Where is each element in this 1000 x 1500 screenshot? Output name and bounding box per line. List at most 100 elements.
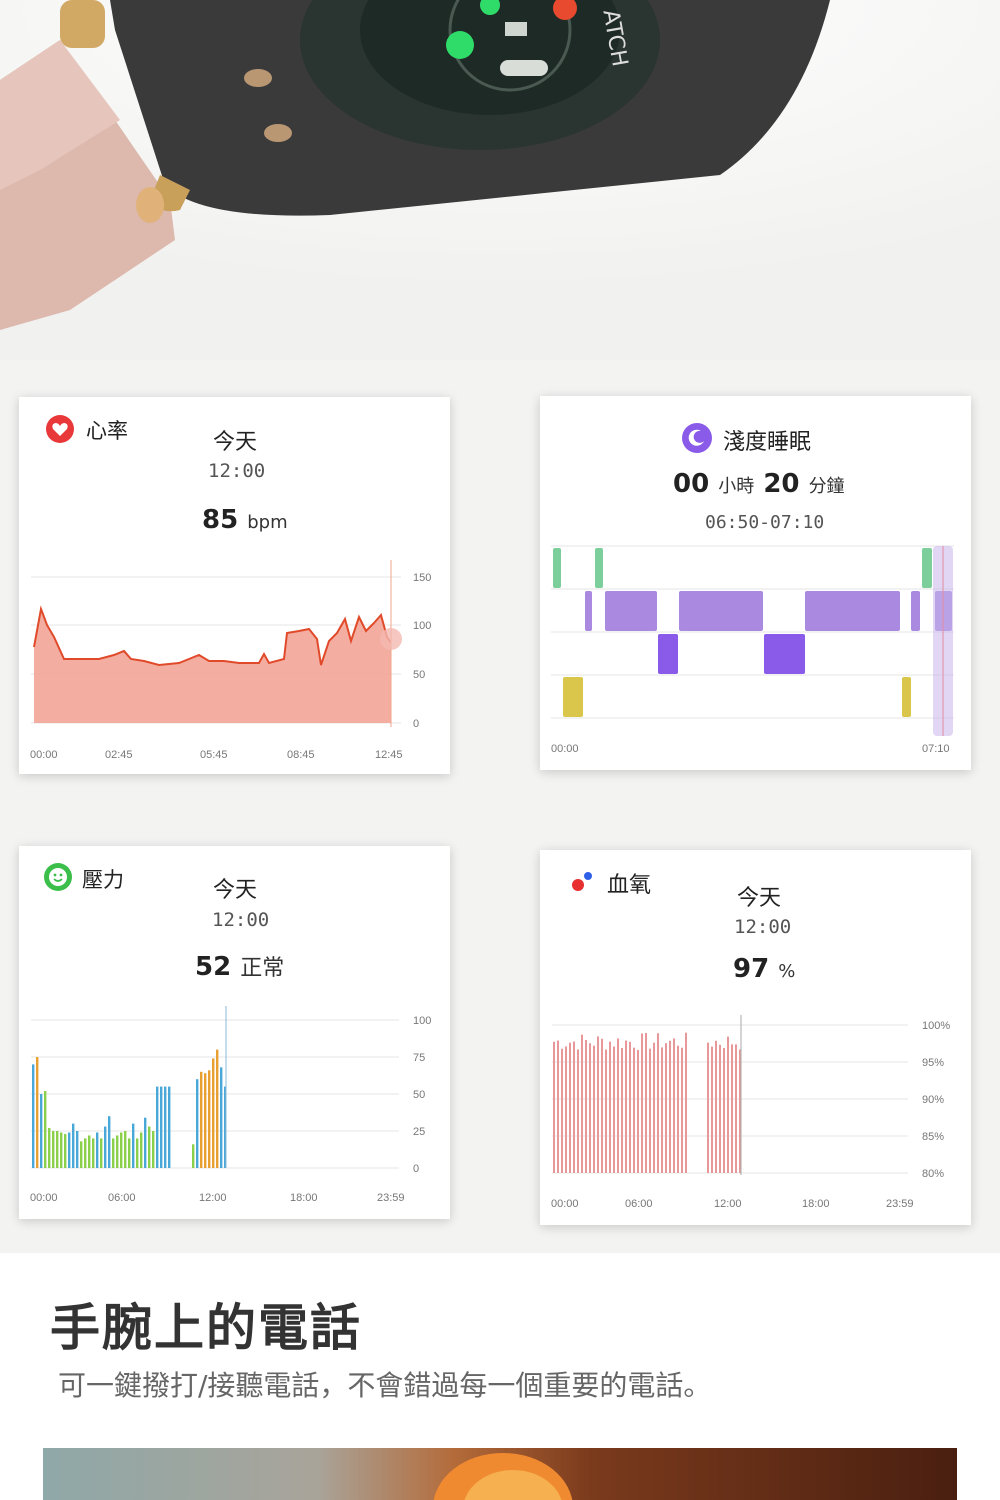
sleep-stage-bar: [553, 548, 561, 588]
call-section-title: 手腕上的電話: [50, 1299, 362, 1357]
stress-bar: [168, 1086, 171, 1168]
spo2-x-tick: 00:00: [551, 1198, 579, 1210]
stress-bar: [32, 1064, 35, 1168]
spo2-x-tick: 06:00: [625, 1198, 653, 1210]
stress-bar: [120, 1132, 123, 1168]
stress-bar: [116, 1135, 119, 1168]
heart-x-tick: 05:45: [200, 749, 228, 761]
stress-bar: [68, 1132, 71, 1168]
spo2-y-tick: 95%: [922, 1057, 944, 1069]
stress-y-tick: 0: [413, 1163, 419, 1175]
spo2-bar: [645, 1032, 647, 1173]
spo2-unit: %: [778, 961, 796, 982]
stress-x-tick: 06:00: [108, 1192, 136, 1204]
spo2-bar: [629, 1041, 631, 1173]
stress-bar: [196, 1079, 199, 1168]
spo2-bar: [719, 1044, 721, 1173]
smile-icon: [44, 863, 72, 891]
spo2-y-tick: 80%: [922, 1168, 944, 1180]
stress-bar: [160, 1086, 163, 1168]
spo2-bar: [707, 1042, 709, 1173]
spo2-bar: [553, 1041, 555, 1173]
sleep-range: 06:50-07:10: [705, 512, 825, 533]
stress-bar: [92, 1138, 95, 1168]
sleep-stage-bar: [764, 634, 805, 674]
spo2-bar: [585, 1039, 587, 1173]
stress-y-tick: 75: [413, 1052, 425, 1064]
spo2-bar: [557, 1040, 559, 1173]
sleep-stage-bar: [658, 634, 678, 674]
spo2-bar: [593, 1045, 595, 1173]
stress-bar: [72, 1123, 75, 1168]
blood-oxygen-card[interactable]: 100% 95% 90% 85% 80% 00:00 06:00 12:00 18:00 23:5…: [540, 850, 971, 1225]
sleep-stage-bar: [902, 677, 911, 717]
spo2-bar: [685, 1032, 687, 1173]
sleep-stage-bar: [585, 591, 592, 631]
stress-time: 12:00: [212, 909, 270, 931]
spo2-y-tick: 85%: [922, 1131, 944, 1143]
stress-value: 52 正常: [195, 952, 285, 982]
spo2-bar: [641, 1033, 643, 1173]
heart-x-tick: 00:00: [30, 749, 58, 761]
spo2-bar: [731, 1044, 733, 1173]
sleep-stage-bar: [911, 591, 920, 631]
spo2-bar: [723, 1048, 725, 1173]
stress-bar: [48, 1128, 51, 1168]
spo2-bar: [657, 1033, 659, 1173]
stress-bar: [220, 1067, 223, 1168]
stress-bar: [96, 1132, 99, 1168]
spo2-bar: [673, 1038, 675, 1173]
heart-today-label: 今天: [213, 430, 258, 455]
stress-bar: [192, 1144, 195, 1168]
stress-today-label: 今天: [213, 878, 258, 903]
stress-bar: [52, 1131, 55, 1168]
stress-bar: [60, 1132, 63, 1168]
heart-rate-value: 85 bpm: [202, 505, 288, 535]
spo2-bar: [711, 1046, 713, 1173]
spo2-bar: [565, 1046, 567, 1173]
sleep-stage-bar: [563, 677, 583, 717]
call-section-subtitle: 可一鍵撥打/接聽電話，不會錯過每一個重要的電話。: [58, 1369, 712, 1402]
heart-y-tick: 0: [413, 718, 419, 730]
sleep-stage-bar: [679, 591, 763, 631]
spo2-bar: [609, 1041, 611, 1173]
spo2-bar: [597, 1036, 599, 1173]
spo2-bar: [677, 1045, 679, 1173]
stress-bar: [64, 1133, 67, 1168]
heart-y-tick: 100: [413, 620, 431, 632]
stress-status: 正常: [240, 956, 285, 981]
stress-bar: [164, 1086, 167, 1168]
stress-bar: [200, 1071, 203, 1168]
spo2-bar: [569, 1042, 571, 1173]
stress-card[interactable]: 100 75 50 25 0 00:00 06:00 12:00 18:00 23:59 壓力 今…: [19, 846, 450, 1219]
spo2-bar: [601, 1038, 603, 1173]
stress-bar: [128, 1138, 131, 1168]
spo2-y-tick: 100%: [922, 1020, 950, 1032]
stress-bar: [144, 1117, 147, 1168]
stress-bar: [156, 1086, 159, 1168]
spo2-bar: [653, 1042, 655, 1173]
stress-y-tick: 100: [413, 1015, 431, 1027]
sleep-stage-bar: [805, 591, 900, 631]
heart-x-tick: 12:45: [375, 749, 403, 761]
stress-bar: [204, 1073, 207, 1168]
spo2-bar: [621, 1047, 623, 1173]
spo2-bar: [605, 1049, 607, 1173]
green-led: [446, 31, 474, 59]
watch-illustration: ATCH: [0, 0, 1000, 360]
sleep-card[interactable]: 00:00 07:10 淺度睡眠 00 小時 20 分鐘 06:50-07:10: [540, 396, 971, 770]
spo2-bar: [665, 1043, 667, 1173]
spo2-bar: [577, 1049, 579, 1173]
stress-bar: [152, 1131, 155, 1168]
stress-x-tick: 18:00: [290, 1192, 318, 1204]
sleep-x-tick: 07:10: [922, 743, 950, 755]
oxygen-dots-icon: [570, 870, 594, 894]
spo2-bar: [617, 1038, 619, 1173]
stress-bar: [104, 1126, 107, 1168]
stress-bar: [136, 1138, 139, 1168]
stress-y-tick: 25: [413, 1126, 425, 1138]
spo2-bar: [573, 1041, 575, 1173]
stress-bar: [148, 1126, 151, 1168]
heart-rate-label: 心率: [86, 419, 128, 443]
heart-rate-card[interactable]: 150 100 50 0 00:00 02:45 05:45 08:45 12:45 心率 今天…: [19, 397, 450, 774]
